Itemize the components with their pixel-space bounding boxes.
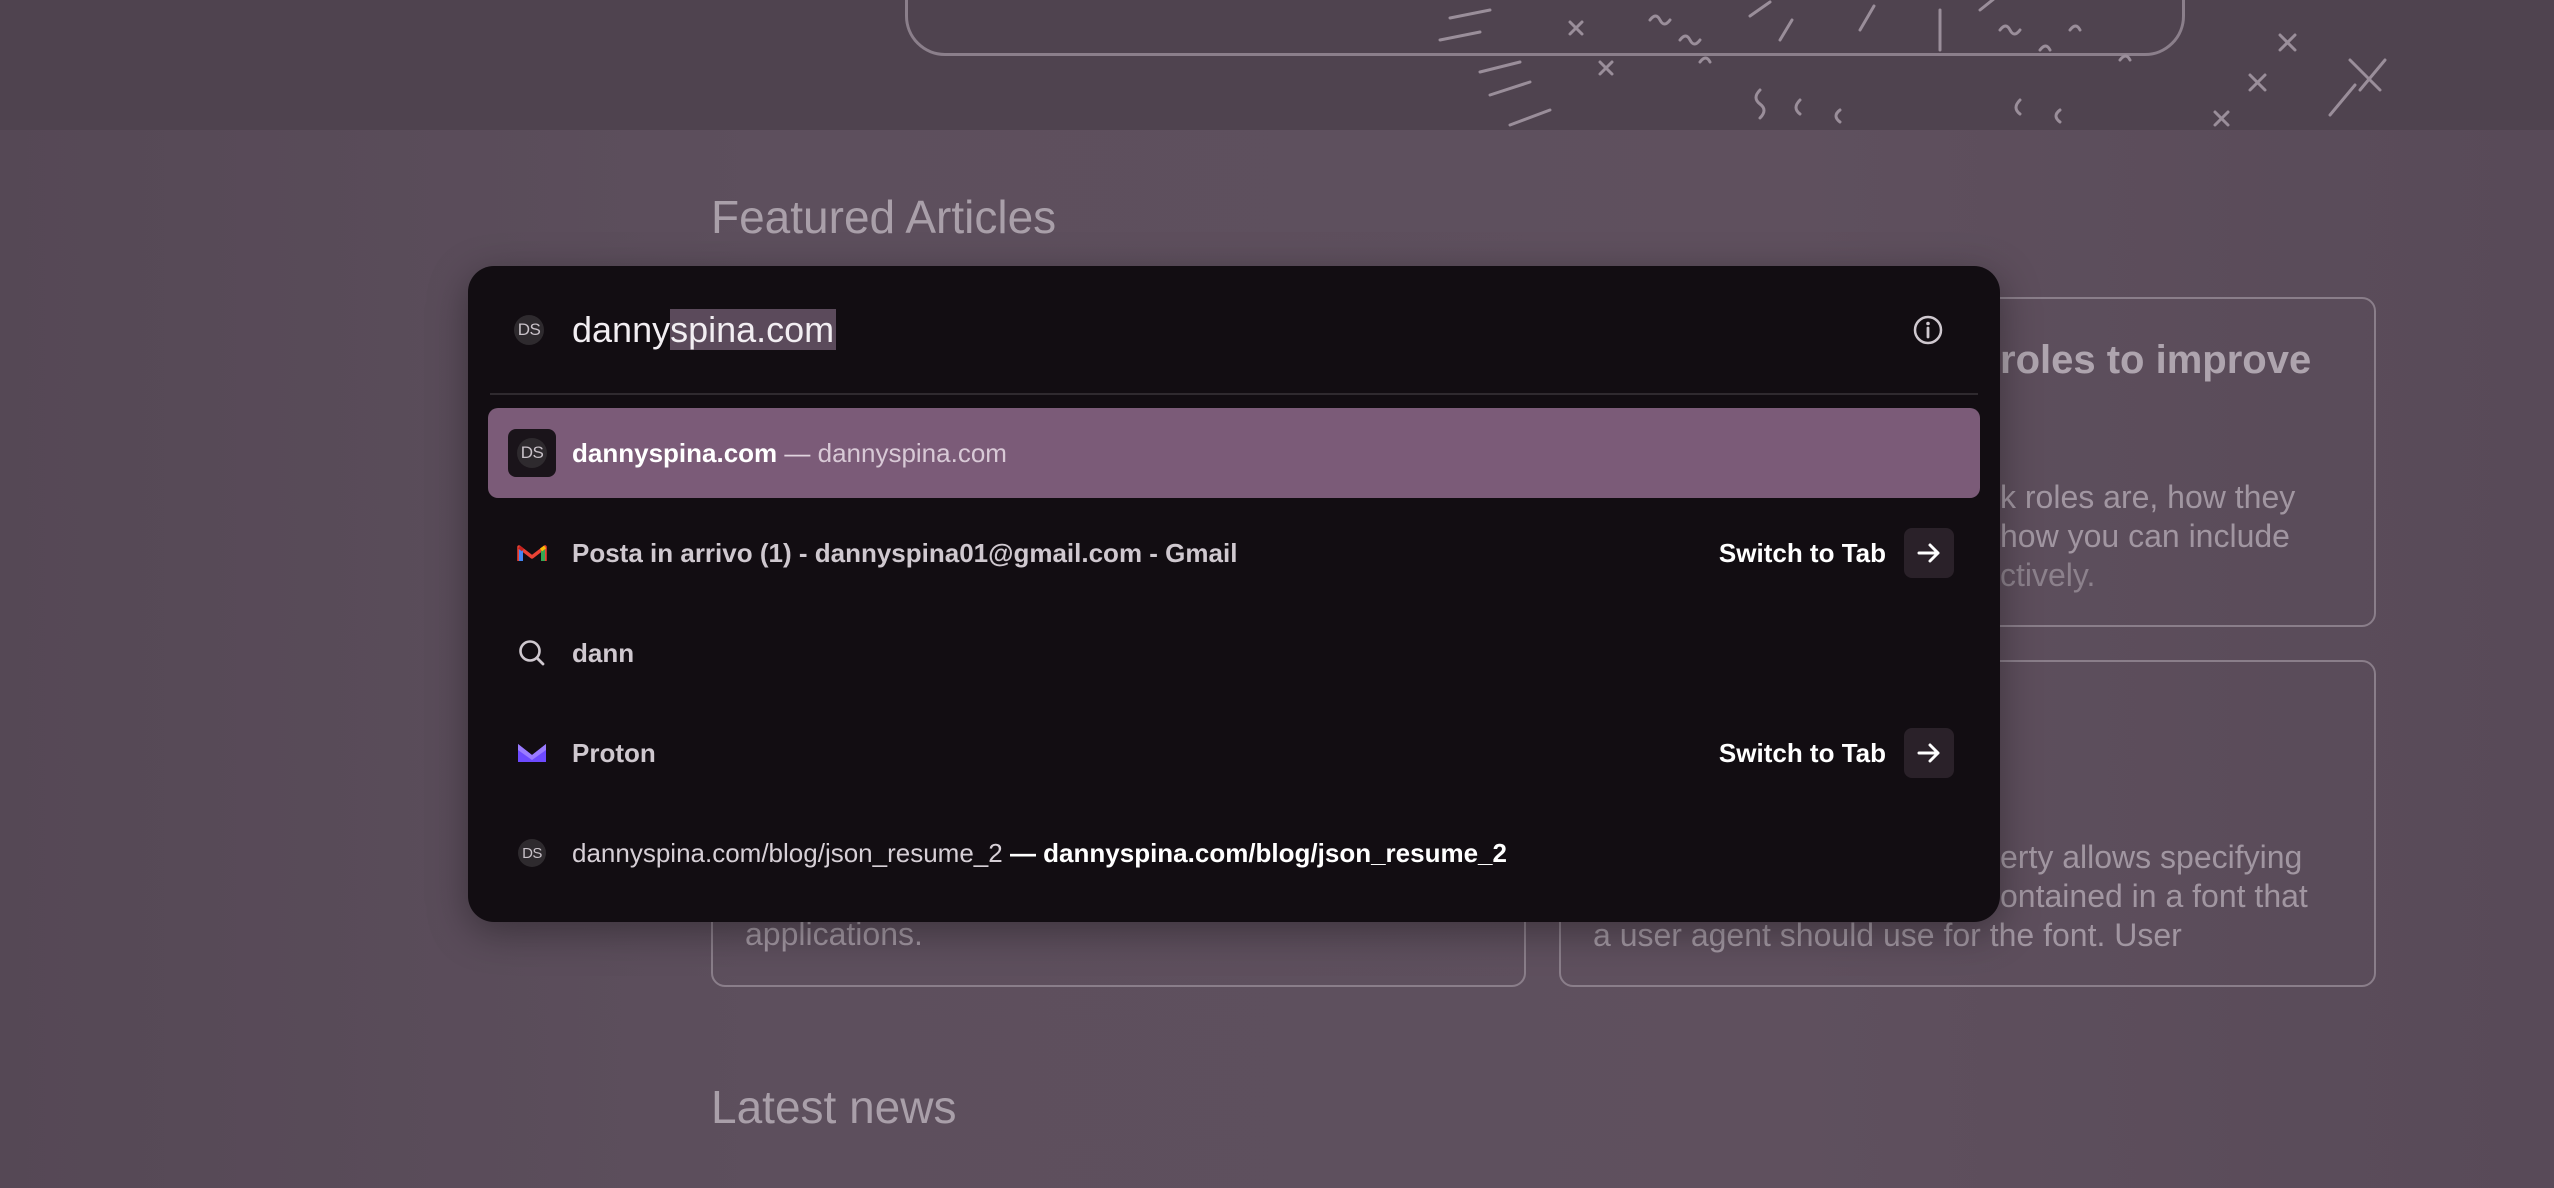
result-title: Proton [572, 738, 656, 768]
site-favicon: DS [510, 831, 554, 875]
hero-decoration [1438, 0, 2387, 127]
proton-icon [518, 744, 546, 762]
featured-articles-title: Featured Articles [711, 191, 1057, 243]
result-url: dannyspina.com [817, 438, 1007, 468]
result-title: dannyspina.com/blog/json_resume_2 [572, 838, 1003, 868]
result-separator: — [1002, 838, 1044, 868]
article-card-text: ctively. [2000, 557, 2096, 593]
site-favicon: DS [514, 315, 544, 345]
switch-to-tab[interactable]: Switch to Tab [1719, 728, 1954, 778]
result-title: dannyspina.com [572, 438, 778, 468]
result-title: Posta in arrivo (1) - dannyspina01@gmail… [572, 538, 1238, 568]
typed-text: danny [572, 309, 671, 350]
article-card-text: erty allows specifying [2000, 839, 2303, 875]
article-card-text: ontained in a font that [2000, 878, 2308, 914]
result-row-selected[interactable]: DS dannyspina.com — dannyspina.com [488, 408, 1980, 498]
result-title: dann [572, 638, 635, 668]
switch-to-tab-label: Switch to Tab [1718, 737, 1886, 768]
article-card-text: how you can include [2000, 518, 2290, 554]
result-row-gmail[interactable]: Posta in arrivo (1) - dannyspina01@gmail… [488, 508, 1980, 598]
result-row-history[interactable]: DS dannyspina.com/blog/json_resume_2 — d… [488, 808, 1980, 898]
info-icon[interactable] [1912, 314, 1944, 346]
divider [490, 393, 1978, 395]
arrow-right-icon [1917, 743, 1940, 763]
article-card-heading: roles to improve [2000, 338, 2312, 382]
result-row-proton[interactable]: Proton Switch to Tab [488, 708, 1980, 798]
address-bar-popup: DS dannyspina.com DS dannyspina.com — da… [468, 266, 2000, 922]
switch-to-tab-button[interactable] [1904, 528, 1954, 578]
switch-to-tab-button[interactable] [1904, 728, 1954, 778]
result-separator: — [777, 438, 818, 468]
autofill-selection: spina.com [670, 309, 837, 350]
gmail-icon [517, 545, 547, 561]
result-text: dannyspina.com/blog/json_resume_2 — dann… [572, 808, 1507, 898]
article-card-text: k roles are, how they [2000, 479, 2296, 515]
result-text: dannyspina.com — dannyspina.com [572, 408, 1007, 498]
address-input-row[interactable]: DS dannyspina.com [468, 266, 2000, 394]
address-input[interactable]: dannyspina.com [572, 306, 837, 354]
latest-news-title: Latest news [711, 1081, 957, 1133]
arrow-right-icon [1917, 543, 1940, 563]
result-row-search[interactable]: dann [488, 608, 1980, 698]
page-header-area [0, 0, 2554, 130]
switch-to-tab-label: Switch to Tab [1718, 537, 1886, 568]
site-favicon: DS [508, 429, 556, 477]
switch-to-tab[interactable]: Switch to Tab [1719, 528, 1954, 578]
result-url: dannyspina.com/blog/json_resume_2 [1043, 838, 1507, 868]
search-icon [519, 640, 545, 666]
